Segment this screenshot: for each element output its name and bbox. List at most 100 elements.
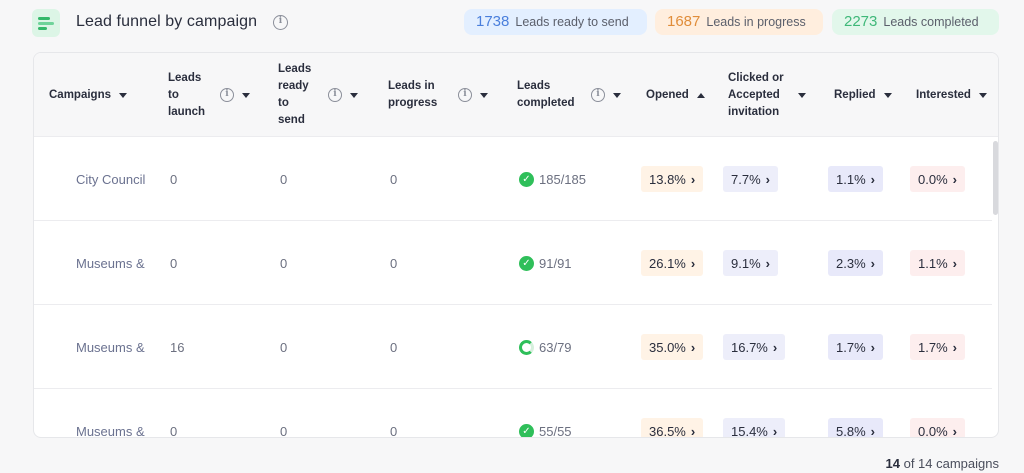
opened-rate-chip[interactable]: 36.5% ›: [641, 418, 704, 437]
clicked-rate-chip[interactable]: 9.1% ›: [723, 250, 778, 276]
completed-value: 91/91: [539, 255, 572, 271]
chevron-right-icon: ›: [772, 339, 778, 355]
column-label: Replied: [834, 88, 876, 101]
campaign-cell[interactable]: Museums &: [76, 305, 152, 389]
table-row[interactable]: City Council 0 0 0 ✓ 185/185 13.8% › 7.7% ›…: [34, 137, 992, 221]
clicked-rate-chip[interactable]: 16.7% ›: [723, 334, 786, 360]
column-label: Campaigns: [49, 88, 111, 101]
column-replied[interactable]: Replied: [834, 53, 908, 137]
column-leads-ready-to-send[interactable]: Leads ready to send i: [278, 53, 384, 137]
leads-ready-cell: 0: [280, 171, 288, 187]
stat-label: Leads ready to send: [515, 15, 629, 29]
chevron-right-icon: ›: [952, 339, 957, 355]
campaign-cell[interactable]: City Council: [76, 137, 152, 221]
progress-ring-icon: [519, 339, 534, 355]
column-leads-in-progress[interactable]: Leads in progress i: [388, 53, 498, 137]
chip-value: 35.0%: [649, 339, 686, 355]
opened-rate-chip[interactable]: 26.1% ›: [641, 250, 704, 276]
campaign-count-value: 14: [885, 456, 900, 471]
caret-down-icon[interactable]: [350, 92, 358, 98]
caret-up-icon[interactable]: [696, 92, 705, 98]
page-title: Lead funnel by campaign: [76, 13, 258, 30]
clicked-rate-chip[interactable]: 7.7% ›: [723, 166, 778, 192]
campaign-table: Campaigns Leads to launch i Leads ready t…: [33, 52, 999, 438]
opened-cell: 26.1% ›: [641, 221, 704, 305]
replied-cell: 1.1% ›: [828, 137, 883, 221]
chip-value: 15.4%: [731, 423, 768, 438]
column-campaigns[interactable]: Campaigns: [49, 53, 159, 137]
opened-rate-chip[interactable]: 13.8% ›: [641, 166, 704, 192]
chip-value: 26.1%: [649, 255, 686, 271]
leads-in-progress-cell: 0: [390, 423, 398, 438]
info-icon[interactable]: i: [328, 88, 342, 102]
chip-value: 0.0%: [918, 171, 948, 187]
vertical-scrollbar[interactable]: [993, 141, 998, 215]
clicked-cell: 15.4% ›: [723, 389, 786, 438]
chip-value: 2.3%: [836, 255, 866, 271]
interested-rate-chip[interactable]: 1.7% ›: [910, 334, 965, 360]
stat-label: Leads in progress: [706, 15, 806, 29]
replied-rate-chip[interactable]: 1.1% ›: [828, 166, 883, 192]
info-icon[interactable]: i: [591, 88, 605, 102]
info-icon[interactable]: i: [220, 88, 234, 102]
caret-down-icon[interactable]: [613, 92, 621, 98]
chip-value: 5.8%: [836, 423, 866, 438]
stat-value: 2273: [844, 13, 878, 30]
leads-ready-cell: 0: [280, 339, 288, 355]
caret-down-icon[interactable]: [242, 92, 250, 98]
clicked-cell: 9.1% ›: [723, 221, 778, 305]
campaign-name[interactable]: Museums &: [76, 340, 152, 355]
column-leads-to-launch[interactable]: Leads to launch i: [168, 53, 274, 137]
table-row[interactable]: Museums & 0 0 0 ✓ 55/55 36.5% › 15.4% › 5.8…: [34, 389, 992, 438]
stat-value: 1687: [667, 13, 701, 30]
caret-down-icon[interactable]: [883, 92, 892, 98]
campaign-name[interactable]: Museums &: [76, 424, 152, 438]
leads-completed-cell: 63/79: [519, 305, 572, 389]
chevron-right-icon: ›: [952, 171, 957, 187]
opened-rate-chip[interactable]: 35.0% ›: [641, 334, 704, 360]
info-icon[interactable]: i: [273, 15, 288, 30]
caret-down-icon[interactable]: [798, 92, 806, 98]
chevron-right-icon: ›: [765, 171, 770, 187]
campaign-cell[interactable]: Museums &: [76, 389, 152, 438]
stat-leads-in-progress: 1687 Leads in progress: [655, 9, 823, 35]
page-header: Lead funnel by campaign i 1738 Leads read…: [0, 0, 1024, 46]
campaign-cell[interactable]: Museums &: [76, 221, 152, 305]
chevron-right-icon: ›: [952, 423, 957, 438]
column-opened[interactable]: Opened: [646, 53, 716, 137]
column-interested[interactable]: Interested: [916, 53, 998, 137]
column-label: Leads ready to send: [278, 63, 312, 126]
column-leads-completed[interactable]: Leads completed i: [517, 53, 627, 137]
campaign-name[interactable]: City Council: [76, 172, 152, 187]
caret-down-icon[interactable]: [119, 92, 127, 98]
leads-completed-cell: ✓ 55/55: [519, 389, 572, 437]
caret-down-icon[interactable]: [978, 92, 987, 98]
replied-rate-chip[interactable]: 5.8% ›: [828, 418, 883, 438]
info-icon[interactable]: i: [458, 88, 472, 102]
chevron-right-icon: ›: [870, 339, 875, 355]
interested-rate-chip[interactable]: 1.1% ›: [910, 250, 965, 276]
column-clicked-or-accepted[interactable]: Clicked or Accepted invitation: [728, 53, 818, 137]
interested-rate-chip[interactable]: 0.0% ›: [910, 166, 965, 192]
leads-to-launch-cell: 0: [170, 255, 178, 271]
interested-cell: 1.7% ›: [910, 305, 965, 389]
clicked-rate-chip[interactable]: 15.4% ›: [723, 418, 786, 438]
completed-value: 63/79: [539, 339, 572, 355]
chip-value: 1.1%: [918, 255, 948, 271]
stat-label: Leads completed: [883, 15, 979, 29]
replied-rate-chip[interactable]: 2.3% ›: [828, 250, 883, 276]
leads-in-progress-cell: 0: [390, 339, 398, 355]
replied-rate-chip[interactable]: 1.7% ›: [828, 334, 883, 360]
table-row[interactable]: Museums & 0 0 0 ✓ 91/91 26.1% › 9.1% › 2.3%…: [34, 221, 992, 305]
campaign-name[interactable]: Museums &: [76, 256, 152, 271]
interested-rate-chip[interactable]: 0.0% ›: [910, 418, 965, 438]
stat-leads-completed: 2273 Leads completed: [832, 9, 999, 35]
caret-down-icon[interactable]: [480, 92, 488, 98]
interested-cell: 1.1% ›: [910, 221, 965, 305]
replied-cell: 2.3% ›: [828, 221, 883, 305]
table-row[interactable]: Museums & 16 0 0 63/79 35.0% › 16.7% › 1.7…: [34, 305, 992, 389]
campaign-count-text: of 14 campaigns: [903, 456, 999, 471]
chevron-right-icon: ›: [870, 255, 875, 271]
column-label: Leads to launch: [168, 71, 206, 118]
chip-value: 1.1%: [836, 171, 866, 187]
